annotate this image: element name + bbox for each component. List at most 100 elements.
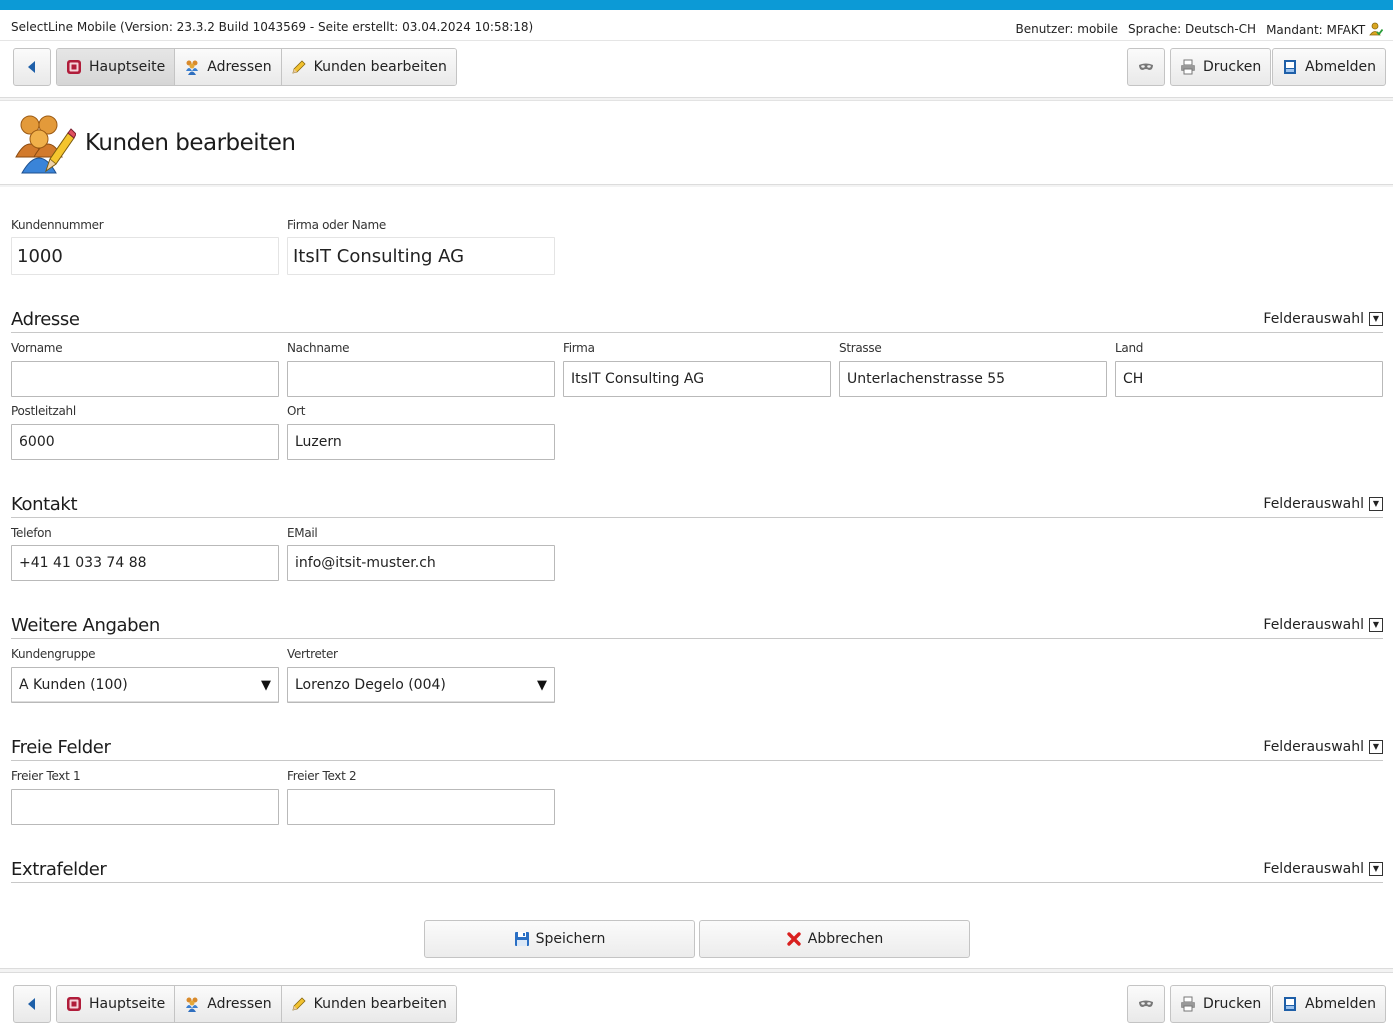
- speichern-label: Speichern: [535, 931, 606, 947]
- top-accent-stripe: [0, 0, 1393, 10]
- back-button[interactable]: [13, 48, 51, 86]
- dropdown-icon: ▼: [1369, 618, 1383, 632]
- freier-text-2-label: Freier Text 2: [287, 769, 357, 783]
- section-weitere-title: Weitere Angaben: [11, 615, 160, 636]
- kundennummer-value: 1000: [17, 245, 63, 267]
- land-value: CH: [1123, 371, 1144, 387]
- dropdown-icon: ▼: [1369, 497, 1383, 511]
- felderauswahl-freie-button[interactable]: Felderauswahl ▼: [1263, 739, 1383, 755]
- freier-text-2-input[interactable]: [287, 789, 555, 825]
- nav-kunden-bearbeiten-button-bottom[interactable]: Kunden bearbeiten: [281, 986, 456, 1022]
- breadcrumb-bottom: Hauptseite Adressen Kunden bearbeiten: [56, 985, 457, 1023]
- ort-value: Luzern: [295, 434, 342, 450]
- section-adresse: Adresse Felderauswahl ▼: [11, 309, 1383, 333]
- kundengruppe-select[interactable]: A Kunden (100) ▼: [11, 667, 279, 703]
- email-label: EMail: [287, 526, 318, 540]
- nav-hauptseite-button[interactable]: Hauptseite: [57, 49, 176, 85]
- strasse-value: Unterlachenstrasse 55: [847, 371, 1006, 387]
- abbrechen-button[interactable]: Abbrechen: [699, 920, 970, 958]
- section-extrafelder: Extrafelder Felderauswahl ▼: [11, 859, 1383, 883]
- edit-form: Kundennummer 1000 Firma oder Name ItsIT …: [0, 187, 1393, 969]
- plz-input[interactable]: 6000: [11, 424, 279, 460]
- section-adresse-title: Adresse: [11, 309, 80, 330]
- telefon-input[interactable]: +41 41 033 74 88: [11, 545, 279, 581]
- drucken-button[interactable]: Drucken: [1170, 48, 1272, 86]
- email-input[interactable]: info@itsit-muster.ch: [287, 545, 555, 581]
- ort-label: Ort: [287, 404, 306, 418]
- land-label: Land: [1115, 341, 1144, 355]
- nav-kunden-bearbeiten-button[interactable]: Kunden bearbeiten: [281, 49, 456, 85]
- freier-text-1-input[interactable]: [11, 789, 279, 825]
- ort-input[interactable]: Luzern: [287, 424, 555, 460]
- felderauswahl-label: Felderauswahl: [1263, 311, 1364, 327]
- firma-oder-name-field[interactable]: ItsIT Consulting AG: [287, 237, 555, 275]
- home-icon: [67, 997, 81, 1011]
- dropdown-icon: ▼: [1369, 862, 1383, 876]
- firma-value: ItsIT Consulting AG: [571, 371, 705, 387]
- firma-oder-name-value: ItsIT Consulting AG: [293, 245, 465, 267]
- kundengruppe-value: A Kunden (100): [19, 677, 128, 693]
- mask-button-bottom[interactable]: [1127, 985, 1165, 1023]
- mask-button[interactable]: [1127, 48, 1165, 86]
- people-icon: [186, 997, 199, 1012]
- section-freie-title: Freie Felder: [11, 737, 111, 758]
- mandant-label: Mandant: MFAKT: [1266, 23, 1366, 37]
- printer-icon: [1181, 996, 1195, 1012]
- back-button-bottom[interactable]: [13, 985, 51, 1023]
- kundennummer-label: Kundennummer: [11, 218, 104, 232]
- drucken-label: Drucken: [1203, 996, 1262, 1012]
- land-input[interactable]: CH: [1115, 361, 1383, 397]
- firma-label: Firma: [563, 341, 595, 355]
- kundennummer-field[interactable]: 1000: [11, 237, 279, 275]
- nav-hauptseite-label: Hauptseite: [89, 59, 166, 75]
- pencil-icon: [292, 60, 306, 74]
- back-arrow-icon: [28, 998, 35, 1010]
- pencil-icon: [292, 997, 306, 1011]
- bottom-navbar: Hauptseite Adressen Kunden bearbeiten Dr…: [0, 972, 1393, 1034]
- vorname-label: Vorname: [11, 341, 63, 355]
- section-weitere-angaben: Weitere Angaben Felderauswahl ▼: [11, 615, 1383, 639]
- abmelden-button-bottom[interactable]: Abmelden: [1272, 985, 1386, 1023]
- felderauswahl-extra-button[interactable]: Felderauswahl ▼: [1263, 861, 1383, 877]
- felderauswahl-kontakt-button[interactable]: Felderauswahl ▼: [1263, 496, 1383, 512]
- vorname-input[interactable]: [11, 361, 279, 397]
- home-icon: [67, 60, 81, 74]
- felderauswahl-adresse-button[interactable]: Felderauswahl ▼: [1263, 311, 1383, 327]
- firma-input[interactable]: ItsIT Consulting AG: [563, 361, 831, 397]
- language-info: Sprache: Deutsch-CH: [1127, 21, 1257, 36]
- info-bar: SelectLine Mobile (Version: 23.3.2 Build…: [0, 10, 1393, 40]
- plz-value: 6000: [19, 434, 55, 450]
- logout-door-icon: [1284, 60, 1296, 74]
- felderauswahl-label: Felderauswahl: [1263, 739, 1364, 755]
- nav-hauptseite-button-bottom[interactable]: Hauptseite: [57, 986, 176, 1022]
- drucken-button-bottom[interactable]: Drucken: [1170, 985, 1272, 1023]
- page-header: Kunden bearbeiten: [0, 100, 1393, 185]
- nav-adressen-label: Adressen: [207, 59, 272, 75]
- back-arrow-icon: [28, 61, 35, 73]
- logout-door-icon: [1284, 997, 1296, 1011]
- printer-icon: [1181, 59, 1195, 75]
- nav-adressen-button-bottom[interactable]: Adressen: [175, 986, 282, 1022]
- nachname-input[interactable]: [287, 361, 555, 397]
- vertreter-label: Vertreter: [287, 647, 338, 661]
- abbrechen-label: Abbrechen: [807, 931, 884, 947]
- felderauswahl-weitere-button[interactable]: Felderauswahl ▼: [1263, 617, 1383, 633]
- abmelden-label: Abmelden: [1305, 59, 1376, 75]
- telefon-value: +41 41 033 74 88: [19, 555, 147, 571]
- version-info: SelectLine Mobile (Version: 23.3.2 Build…: [11, 20, 534, 34]
- abmelden-button[interactable]: Abmelden: [1272, 48, 1386, 86]
- firma-oder-name-label: Firma oder Name: [287, 218, 386, 232]
- nachname-label: Nachname: [287, 341, 350, 355]
- strasse-input[interactable]: Unterlachenstrasse 55: [839, 361, 1107, 397]
- speichern-button[interactable]: Speichern: [424, 920, 695, 958]
- nav-adressen-button[interactable]: Adressen: [175, 49, 282, 85]
- section-kontakt-title: Kontakt: [11, 494, 78, 515]
- breadcrumb: Hauptseite Adressen Kunden bearbeiten: [56, 48, 457, 86]
- vertreter-value: Lorenzo Degelo (004): [295, 677, 446, 693]
- vertreter-select[interactable]: Lorenzo Degelo (004) ▼: [287, 667, 555, 703]
- mask-icon: [1139, 1000, 1153, 1007]
- people-icon: [186, 60, 199, 75]
- telefon-label: Telefon: [11, 526, 52, 540]
- dropdown-icon: ▼: [1369, 312, 1383, 326]
- mandant-info: Mandant: MFAKT: [1266, 20, 1383, 37]
